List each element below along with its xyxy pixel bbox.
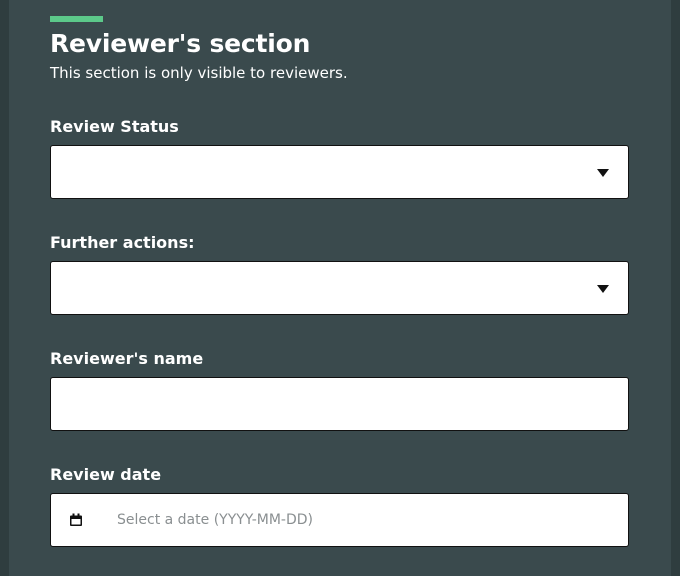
reviewer-name-field-wrapper xyxy=(50,377,629,431)
further-actions-select[interactable] xyxy=(50,261,629,315)
calendar-icon[interactable] xyxy=(69,513,83,527)
section-description: This section is only visible to reviewer… xyxy=(50,64,348,82)
reviewer-name-input[interactable] xyxy=(51,378,628,430)
review-date-input[interactable] xyxy=(117,494,617,546)
section-title: Reviewer's section xyxy=(50,29,311,58)
review-status-select[interactable] xyxy=(50,145,629,199)
further-actions-label: Further actions: xyxy=(50,233,195,252)
review-date-field[interactable] xyxy=(50,493,629,547)
chevron-down-icon xyxy=(597,285,609,293)
review-status-label: Review Status xyxy=(50,117,179,136)
section-accent-bar xyxy=(50,16,103,22)
reviewer-name-label: Reviewer's name xyxy=(50,349,204,368)
page-background: Reviewer's section This section is only … xyxy=(0,0,680,576)
review-date-label: Review date xyxy=(50,465,162,484)
chevron-down-icon xyxy=(597,169,609,177)
